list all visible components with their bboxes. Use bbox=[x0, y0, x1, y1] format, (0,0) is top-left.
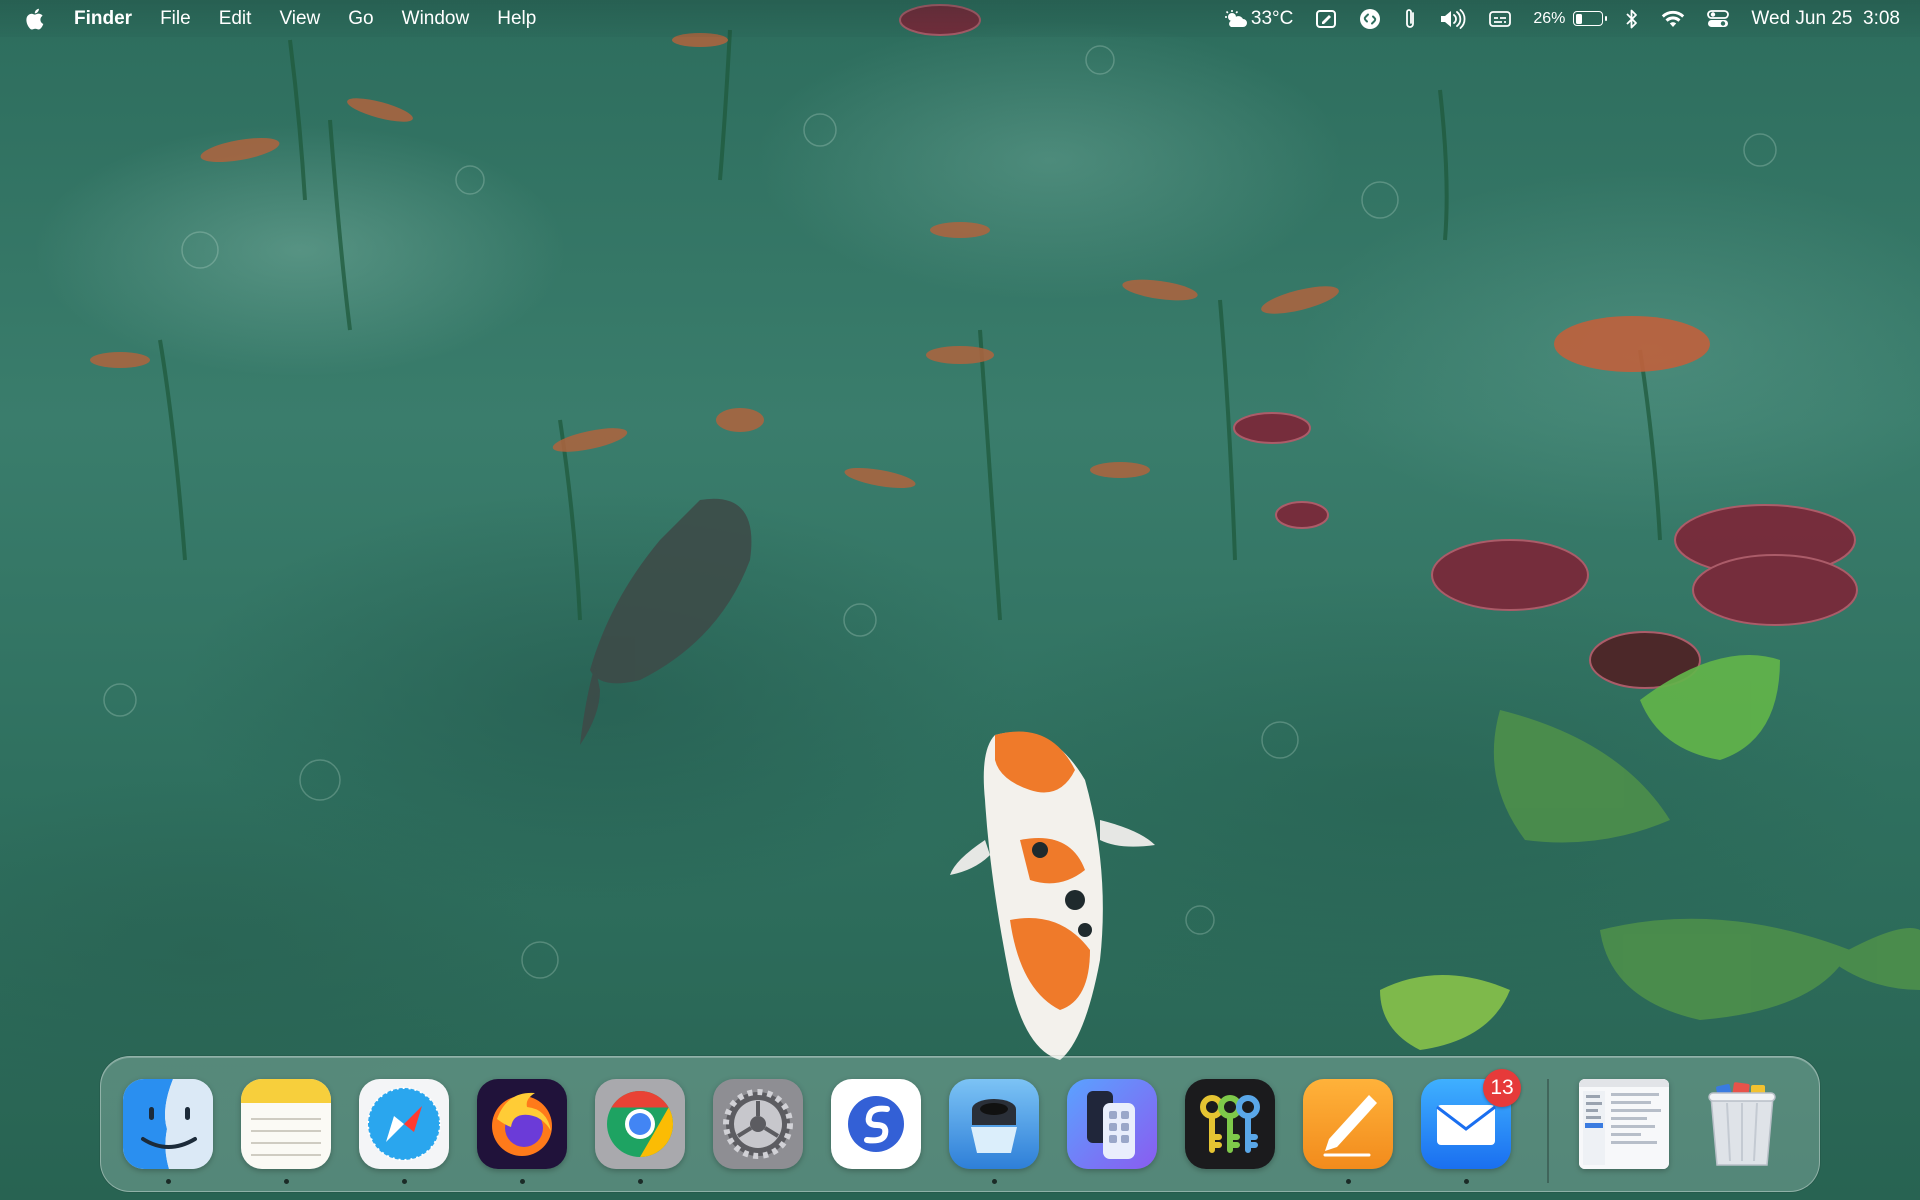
pages-pen-icon bbox=[1303, 1079, 1393, 1169]
weather-temperature: 33°C bbox=[1250, 7, 1294, 29]
safari-icon bbox=[359, 1079, 449, 1169]
caption-icon bbox=[1489, 10, 1512, 27]
dock-app-mail[interactable]: 13 bbox=[1421, 1069, 1521, 1184]
dock-app-lens[interactable] bbox=[949, 1079, 1039, 1184]
dock-separator bbox=[1547, 1079, 1549, 1183]
dock-trash[interactable] bbox=[1697, 1079, 1787, 1169]
finder-icon bbox=[123, 1079, 213, 1169]
menu-bar-status-area: 33°C 26% Wed Jun 25 3:08 bbox=[1201, 7, 1900, 31]
partly-cloudy-icon bbox=[1224, 9, 1247, 27]
dock-app-finder[interactable] bbox=[123, 1079, 213, 1184]
battery-percentage: 26% bbox=[1533, 9, 1566, 27]
weather-status[interactable]: 33°C bbox=[1223, 8, 1293, 30]
notes-icon bbox=[241, 1079, 331, 1169]
keys-icon bbox=[1185, 1079, 1275, 1169]
bluetooth-icon bbox=[1626, 9, 1638, 28]
wifi-status[interactable] bbox=[1661, 10, 1685, 28]
battery-status[interactable]: 26% bbox=[1533, 9, 1608, 28]
dock-app-safari[interactable] bbox=[359, 1079, 449, 1184]
menu-bar-left: Finder File Edit View Go Window Help bbox=[24, 7, 564, 31]
koi-pond-wallpaper-art bbox=[90, 4, 1920, 1060]
running-indicator bbox=[992, 1179, 997, 1184]
paperclip-icon bbox=[1406, 8, 1415, 28]
menu-file[interactable]: File bbox=[160, 8, 191, 30]
battery-level-fill bbox=[1575, 13, 1583, 24]
dock-app-notes[interactable] bbox=[241, 1079, 331, 1184]
menu-edit[interactable]: Edit bbox=[219, 8, 252, 30]
chrome-icon bbox=[595, 1079, 685, 1169]
firefox-icon bbox=[477, 1079, 567, 1169]
menu-app-name[interactable]: Finder bbox=[74, 8, 132, 30]
apple-logo-icon[interactable] bbox=[24, 7, 46, 31]
running-indicator bbox=[166, 1179, 171, 1184]
dock-app-chrome[interactable] bbox=[595, 1079, 685, 1184]
settings-gear-icon bbox=[713, 1079, 803, 1169]
captions-status[interactable] bbox=[1489, 10, 1512, 28]
running-indicator bbox=[638, 1179, 643, 1184]
shazam-status[interactable] bbox=[1359, 8, 1381, 30]
menu-window[interactable]: Window bbox=[402, 8, 470, 30]
trash-full-icon bbox=[1697, 1079, 1787, 1169]
dock-app-iphone-mirroring[interactable] bbox=[1067, 1079, 1157, 1169]
dock-app-keychain[interactable] bbox=[1185, 1079, 1275, 1169]
control-center-icon bbox=[1707, 9, 1730, 27]
shazam-icon bbox=[1360, 8, 1381, 29]
running-indicator bbox=[284, 1179, 289, 1184]
running-indicator bbox=[402, 1179, 407, 1184]
dock-app-simplenote[interactable] bbox=[831, 1079, 921, 1169]
control-center-status[interactable] bbox=[1707, 9, 1730, 29]
running-indicator bbox=[520, 1179, 525, 1184]
dock-app-pages[interactable] bbox=[1303, 1079, 1393, 1184]
dock-app-system-settings[interactable] bbox=[713, 1079, 803, 1169]
dock-app-firefox[interactable] bbox=[477, 1079, 567, 1184]
battery-icon bbox=[1573, 11, 1608, 26]
mail-unread-badge: 13 bbox=[1483, 1069, 1521, 1107]
bluetooth-status[interactable] bbox=[1625, 8, 1639, 30]
volume-icon bbox=[1441, 8, 1466, 29]
stylus-icon bbox=[1316, 9, 1337, 28]
stylus-status[interactable] bbox=[1315, 8, 1337, 30]
running-indicator bbox=[1464, 1179, 1469, 1184]
menu-help[interactable]: Help bbox=[497, 8, 536, 30]
dock-recent-document[interactable] bbox=[1579, 1079, 1669, 1169]
menu-view[interactable]: View bbox=[279, 8, 320, 30]
desktop-wallpaper bbox=[0, 0, 1920, 1200]
dock: 13 bbox=[100, 1056, 1820, 1192]
menu-clock[interactable]: Wed Jun 25 3:08 bbox=[1751, 8, 1900, 30]
simplenote-icon bbox=[831, 1079, 921, 1169]
document-thumbnail-icon bbox=[1579, 1079, 1669, 1169]
menu-bar: Finder File Edit View Go Window Help 33°… bbox=[0, 0, 1920, 37]
wifi-icon bbox=[1662, 10, 1685, 27]
volume-status[interactable] bbox=[1439, 8, 1467, 29]
running-indicator bbox=[1346, 1179, 1351, 1184]
lens-icon bbox=[949, 1079, 1039, 1169]
attachment-status[interactable] bbox=[1403, 7, 1417, 31]
menu-go[interactable]: Go bbox=[348, 8, 373, 30]
iphone-mirroring-icon bbox=[1067, 1079, 1157, 1169]
